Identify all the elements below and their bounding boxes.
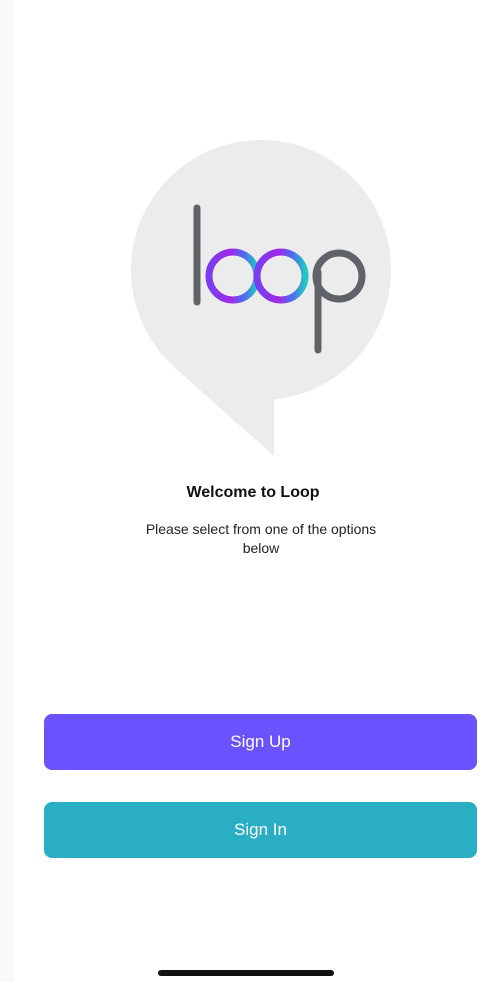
home-indicator[interactable] xyxy=(158,970,334,976)
loop-logo-icon xyxy=(131,140,391,456)
loop-logo xyxy=(131,140,391,458)
welcome-subtitle: Please select from one of the options be… xyxy=(145,521,377,556)
sign-up-button[interactable]: Sign Up xyxy=(44,714,477,770)
sign-in-button[interactable]: Sign In xyxy=(44,802,477,858)
welcome-screen: Welcome to Loop Please select from one o… xyxy=(14,0,492,982)
welcome-title: Welcome to Loop xyxy=(186,484,320,501)
